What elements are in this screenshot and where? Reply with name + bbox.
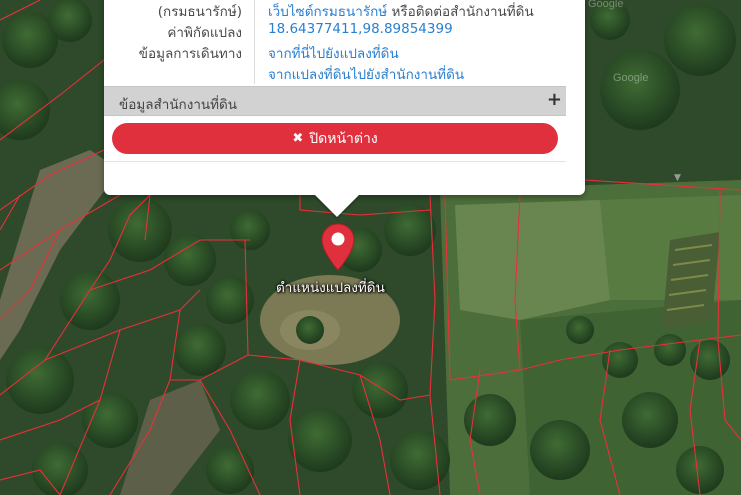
row-label: ข้อมูลการเดินทาง <box>138 46 242 62</box>
map-watermark: Google <box>613 72 649 84</box>
directions-to-parcel-link[interactable]: จากที่นี่ไปยังแปลงที่ดิน <box>268 42 399 64</box>
scroll-down-icon[interactable]: ▼ <box>674 173 681 183</box>
close-button-label: ปิดหน้าต่าง <box>309 130 378 147</box>
map-watermark: Google <box>588 0 624 10</box>
popup-scrollbar[interactable] <box>670 0 689 187</box>
content-divider <box>104 161 566 162</box>
map-pin-icon[interactable] <box>320 222 356 272</box>
plus-icon[interactable]: + <box>547 89 562 110</box>
close-icon: ✖ <box>292 131 304 146</box>
row-value-suffix: หรือติดต่อสำนักงานที่ดิน <box>391 4 534 20</box>
table-row: (กรมธนารักษ์) เว็บไซต์กรมธนารักษ์ หรือติ… <box>104 0 566 22</box>
table-row: จากแปลงที่ดินไปยังสำนักงานที่ดิน <box>104 63 566 85</box>
section-title: ข้อมูลสำนักงานที่ดิน <box>119 97 238 113</box>
table-row: ค่าพิกัดแปลง 18.64377411,98.89854399 <box>104 21 566 43</box>
info-popup: (กรมธนารักษ์) เว็บไซต์กรมธนารักษ์ หรือติ… <box>104 0 681 195</box>
treasury-website-link[interactable]: เว็บไซต์กรมธนารักษ์ <box>268 4 387 20</box>
land-office-section-header[interactable]: ข้อมูลสำนักงานที่ดิน + <box>104 86 566 116</box>
directions-to-office-link[interactable]: จากแปลงที่ดินไปยังสำนักงานที่ดิน <box>268 63 464 85</box>
close-window-button[interactable]: ✖ ปิดหน้าต่าง <box>112 123 558 154</box>
marker-label: ตำแหน่งแปลงที่ดิน <box>276 280 385 296</box>
row-value: เว็บไซต์กรมธนารักษ์ หรือติดต่อสำนักงานที… <box>268 0 534 22</box>
popup-content[interactable]: (กรมธนารักษ์) เว็บไซต์กรมธนารักษ์ หรือติ… <box>104 0 566 195</box>
popup-pointer <box>315 195 359 217</box>
row-label: (กรมธนารักษ์) <box>157 4 242 20</box>
coordinates-value[interactable]: 18.64377411,98.89854399 <box>268 21 453 37</box>
table-row: ข้อมูลการเดินทาง จากที่นี่ไปยังแปลงที่ดิ… <box>104 42 566 64</box>
row-label: ค่าพิกัดแปลง <box>167 25 242 41</box>
